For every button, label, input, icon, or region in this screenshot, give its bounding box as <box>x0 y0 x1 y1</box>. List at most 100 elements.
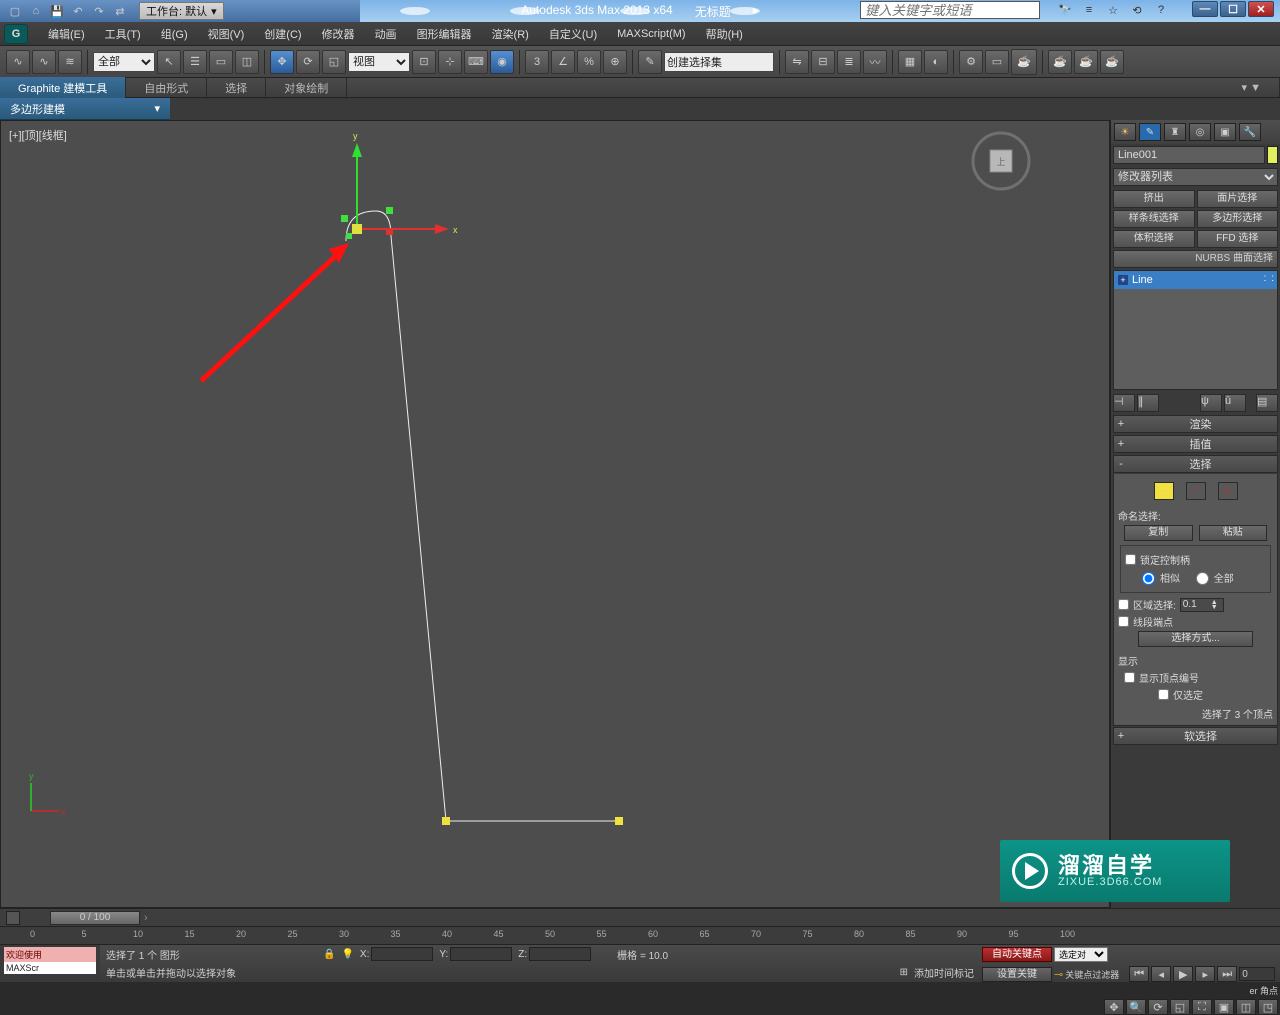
new-icon[interactable]: ▢ <box>6 2 24 20</box>
ribbon-tab-freeform[interactable]: 自由形式 <box>126 77 207 99</box>
keyfilter-label[interactable]: 关键点过滤器 <box>1065 968 1119 981</box>
percent-snap-icon[interactable]: % <box>577 50 601 74</box>
menu-render[interactable]: 渲染(R) <box>482 22 539 46</box>
modify-tab-icon[interactable]: ✎ <box>1139 123 1161 141</box>
paste-button[interactable]: 粘贴 <box>1199 525 1268 541</box>
lock-icon[interactable]: 🔒 <box>323 949 335 960</box>
link-icon[interactable]: ∿ <box>6 50 30 74</box>
unique-icon[interactable]: ψ <box>1200 394 1222 412</box>
btn-polysel[interactable]: 多边形选择 <box>1197 210 1279 228</box>
binoculars-icon[interactable]: 🔭 <box>1056 1 1074 19</box>
chevron-down-icon[interactable]: ▸ <box>753 3 759 20</box>
rollout-selection[interactable]: - 选择 <box>1113 455 1278 473</box>
rollout-interp[interactable]: + 插值 <box>1113 435 1278 453</box>
coord-x-input[interactable] <box>371 947 433 961</box>
key-icon[interactable]: ⊸ <box>1054 968 1063 981</box>
object-name-input[interactable] <box>1113 146 1265 164</box>
btn-ffdsel[interactable]: FFD 选择 <box>1197 230 1279 248</box>
redo-icon[interactable]: ↷ <box>90 2 108 20</box>
area-sel-checkbox[interactable] <box>1118 599 1129 610</box>
render-icon[interactable]: ☕ <box>1011 49 1037 75</box>
unlink-icon[interactable]: ∿ <box>32 50 56 74</box>
ribbon-tab-selection[interactable]: 选择 <box>207 77 266 99</box>
play-icon[interactable]: ▶ <box>1173 966 1193 982</box>
search-input[interactable] <box>860 1 1040 19</box>
prev-frame-icon[interactable]: ◂ <box>1151 966 1171 982</box>
minimize-button[interactable]: — <box>1192 1 1218 17</box>
link-icon[interactable]: ⇄ <box>111 2 129 20</box>
current-frame-input[interactable] <box>1239 967 1275 981</box>
listener-input[interactable]: MAXScr <box>4 962 96 974</box>
rect-region-icon[interactable]: ▭ <box>209 50 233 74</box>
named-selection-dropdown[interactable] <box>664 52 774 72</box>
goto-end-icon[interactable]: ⏭ <box>1217 966 1237 982</box>
menu-maxscript[interactable]: MAXScript(M) <box>607 24 695 44</box>
schematic-icon[interactable]: ▦ <box>898 50 922 74</box>
only-selected-checkbox[interactable] <box>1158 689 1169 700</box>
modifier-stack[interactable]: + Line : : <box>1113 270 1278 390</box>
rollout-render[interactable]: + 渲染 <box>1113 415 1278 433</box>
material-icon[interactable]: ◐ <box>924 50 948 74</box>
bind-icon[interactable]: ≋ <box>58 50 82 74</box>
setkey-button[interactable]: 设置关键 <box>982 967 1052 982</box>
spinner-snap-icon[interactable]: ⊕ <box>603 50 627 74</box>
menu-modifiers[interactable]: 修改器 <box>312 22 365 46</box>
maximize-button[interactable]: ☐ <box>1220 1 1246 17</box>
segment-subobj-icon[interactable]: ⟋ <box>1186 482 1206 500</box>
open-icon[interactable]: ⌂ <box>27 2 45 20</box>
render-frame-icon[interactable]: ▭ <box>985 50 1009 74</box>
stack-item-line[interactable]: + Line <box>1114 271 1277 289</box>
edit-named-sel-icon[interactable]: ✎ <box>638 50 662 74</box>
time-slider[interactable]: 0 / 100 › <box>0 908 1280 926</box>
ribbon-panel-polymodeling[interactable]: 多边形建模 ▾ <box>0 98 170 120</box>
btn-nurbs[interactable]: NURBS 曲面选择 <box>1113 250 1278 268</box>
viewport-label[interactable]: [+][顶][线框] <box>9 127 67 143</box>
ref-coord-dropdown[interactable]: 视图 <box>348 52 410 72</box>
all-radio[interactable] <box>1196 572 1209 585</box>
key-target-dropdown[interactable]: 选定对 <box>1054 947 1108 962</box>
exchange-icon[interactable]: ⟲ <box>1128 1 1146 19</box>
orbit-icon[interactable]: ⟳ <box>1148 999 1168 1015</box>
window-crossing-icon[interactable]: ◫ <box>235 50 259 74</box>
minilistener[interactable]: 欢迎使用 MAXScr <box>0 945 100 982</box>
display-tab-icon[interactable]: ▣ <box>1214 123 1236 141</box>
time-ruler[interactable]: 0510152025303540455055606570758085909510… <box>0 926 1280 944</box>
stack-menu-icon[interactable]: : : <box>1264 273 1275 284</box>
ribbon-expand-icon[interactable]: ▾ ▼ <box>1224 78 1280 97</box>
hierarchy-tab-icon[interactable]: ♜ <box>1164 123 1186 141</box>
zoom-region-icon[interactable]: ◫ <box>1236 999 1256 1015</box>
menu-help[interactable]: 帮助(H) <box>696 22 753 46</box>
save-icon[interactable]: 💾 <box>48 2 66 20</box>
area-sel-spinner[interactable]: 0.1▲▼ <box>1180 598 1224 612</box>
viewport-top[interactable]: [+][顶][线框] 上 x y <box>0 120 1110 908</box>
time-config-icon[interactable] <box>6 911 20 925</box>
pan-icon[interactable]: ✥ <box>1104 999 1124 1015</box>
menu-group[interactable]: 组(G) <box>151 22 198 46</box>
coord-y-input[interactable] <box>450 947 512 961</box>
key-icon[interactable]: ≡ <box>1080 1 1098 19</box>
help-icon[interactable]: ? <box>1152 1 1170 19</box>
utilities-tab-icon[interactable]: 🔧 <box>1239 123 1261 141</box>
coord-z-input[interactable] <box>529 947 591 961</box>
spline-subobj-icon[interactable]: ∿ <box>1218 482 1238 500</box>
btn-volsel[interactable]: 体积选择 <box>1113 230 1195 248</box>
align-icon[interactable]: ⊟ <box>811 50 835 74</box>
object-color-swatch[interactable] <box>1267 146 1278 164</box>
autokey-button[interactable]: 自动关键点 <box>982 947 1052 962</box>
rollout-softsel[interactable]: + 软选择 <box>1113 727 1278 745</box>
snap-toggle-icon[interactable]: ◉ <box>490 50 514 74</box>
lock-handles-checkbox[interactable] <box>1125 554 1136 565</box>
next-frame-icon[interactable]: ▸ <box>1195 966 1215 982</box>
menu-graph[interactable]: 图形编辑器 <box>407 22 482 46</box>
seg-end-checkbox[interactable] <box>1118 616 1129 627</box>
menu-customize[interactable]: 自定义(U) <box>539 22 607 46</box>
goto-start-icon[interactable]: ⏮ <box>1129 966 1149 982</box>
undo-icon[interactable]: ↶ <box>69 2 87 20</box>
select-method-button[interactable]: 选择方式... <box>1138 631 1253 647</box>
workspace-dropdown[interactable]: 工作台: 默认 ▾ <box>139 2 224 20</box>
ribbon-tab-graphite[interactable]: Graphite 建模工具 <box>0 77 126 99</box>
scale-icon[interactable]: ◱ <box>322 50 346 74</box>
snap-3d-icon[interactable]: 3 <box>525 50 549 74</box>
min-max-toggle-icon[interactable]: ◳ <box>1258 999 1278 1015</box>
move-icon[interactable]: ✥ <box>270 50 294 74</box>
